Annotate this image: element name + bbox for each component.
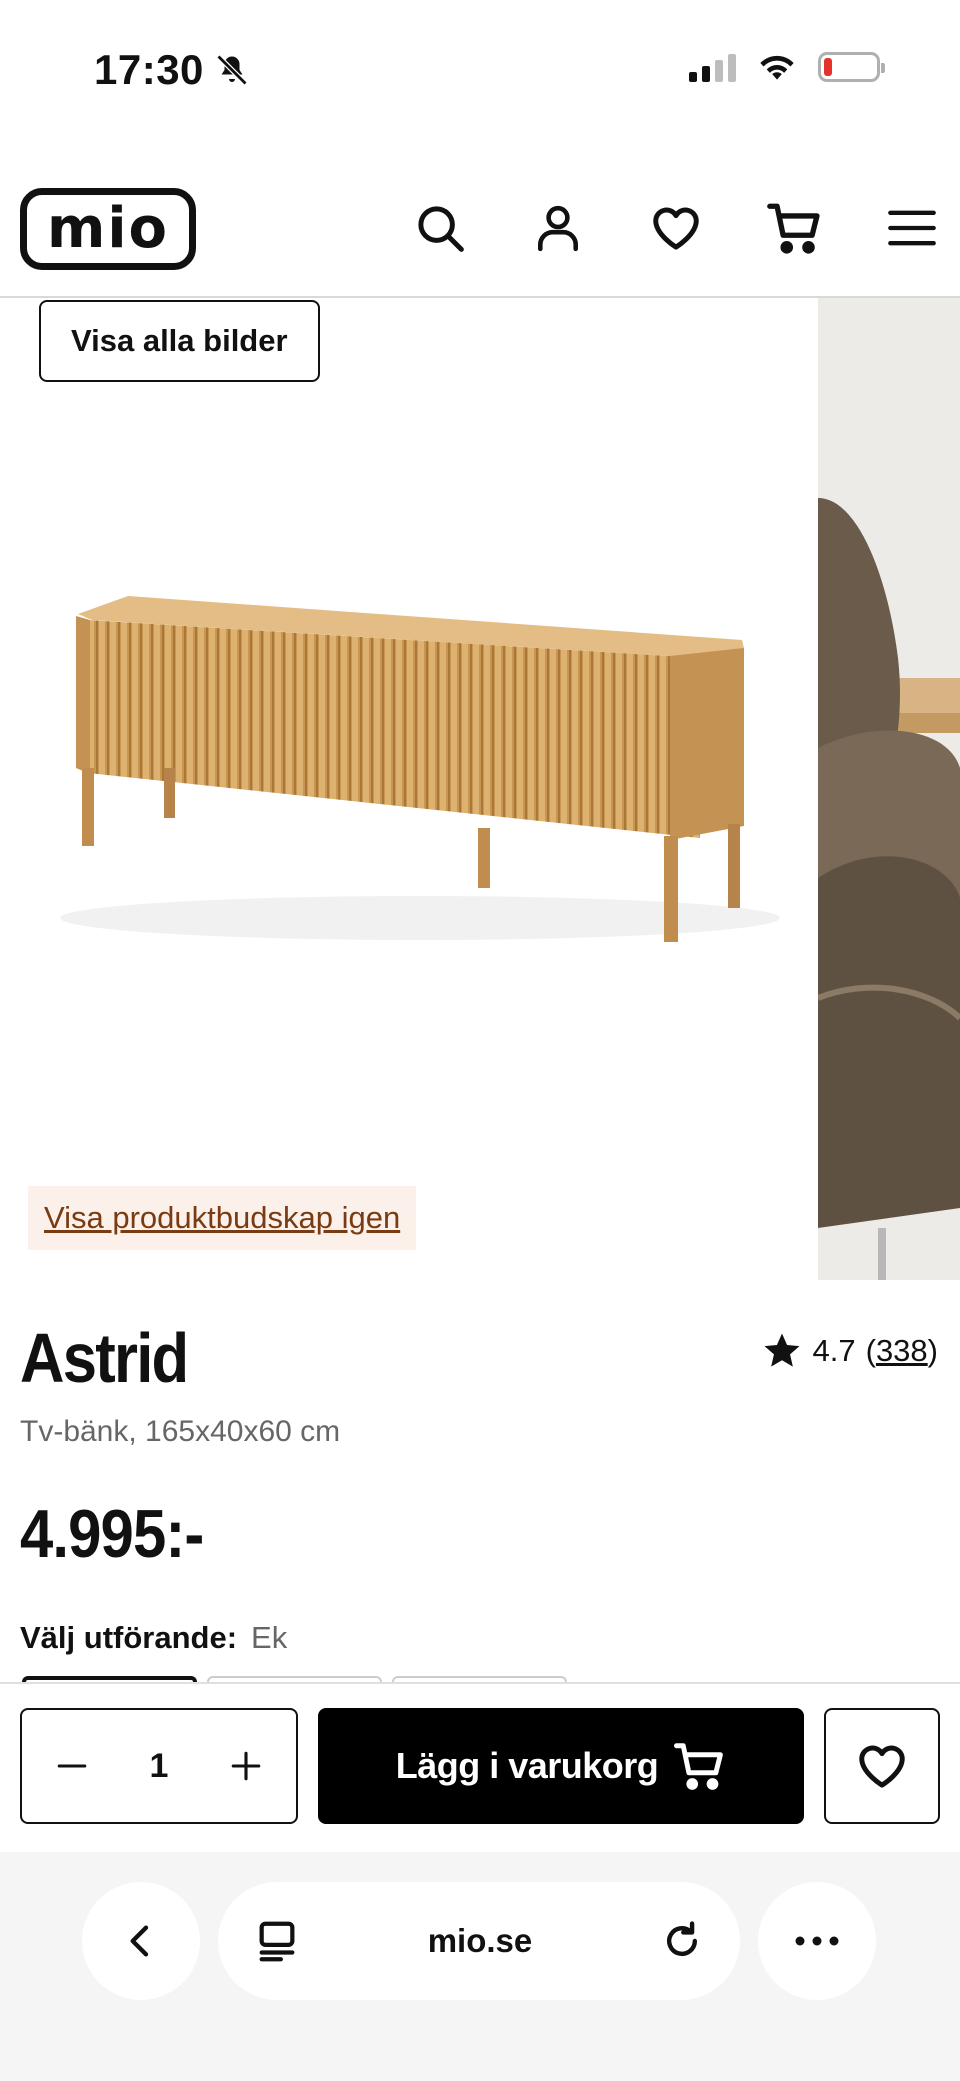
battery-level: [824, 58, 832, 76]
tab-overview-icon: [259, 1921, 295, 1962]
logo-text: mio: [46, 196, 170, 261]
browser-more-button[interactable]: [758, 1882, 876, 2000]
mio-logo[interactable]: mio: [20, 188, 196, 270]
review-count-wrap: (338): [866, 1333, 938, 1369]
rating-open-paren: (: [865, 1333, 876, 1368]
product-subtitle: Tv-bänk, 165x40x60 cm: [20, 1415, 341, 1448]
tv-bench-illustration: [60, 596, 780, 942]
product-image-next[interactable]: [818, 298, 960, 1280]
variant-selector-label: Välj utförande: Ek: [20, 1620, 287, 1656]
product-image-main[interactable]: Visa alla bilder Visa produktbudskap ige…: [0, 298, 818, 1280]
add-to-wishlist-button[interactable]: [824, 1708, 940, 1824]
status-indicators: [689, 52, 885, 82]
armchair-illustration: [818, 298, 960, 1280]
add-to-cart-label: Lägg i varukorg: [395, 1745, 659, 1786]
product-title: Astrid: [20, 1319, 189, 1397]
account-button[interactable]: [528, 198, 588, 258]
menu-button[interactable]: [882, 198, 942, 258]
show-product-message-link[interactable]: Visa produktbudskap igen: [28, 1186, 417, 1250]
status-time-text: 17:30: [94, 46, 204, 93]
quantity-stepper[interactable]: 1: [20, 1708, 298, 1824]
favorites-button[interactable]: [646, 198, 706, 258]
browser-address-bar[interactable]: mio.se: [218, 1882, 740, 2000]
product-rating[interactable]: 4.7 (338): [761, 1330, 938, 1372]
browser-url: mio.se: [427, 1922, 533, 1959]
menu-icon: [888, 210, 936, 246]
heart-icon: [859, 1745, 905, 1788]
status-time: 17:30: [94, 46, 250, 94]
chevron-left-icon: [130, 1925, 149, 1957]
variant-label: Välj utförande:: [20, 1620, 238, 1655]
bell-muted-icon: [216, 54, 248, 86]
search-button[interactable]: [410, 198, 470, 258]
product-gallery[interactable]: Visa alla bilder Visa produktbudskap ige…: [0, 298, 960, 1280]
plus-icon: [231, 1751, 261, 1781]
heart-icon: [653, 207, 699, 250]
minus-icon: [57, 1764, 87, 1768]
battery-icon: [818, 52, 885, 82]
wifi-icon: [760, 55, 794, 80]
status-bar: 17:30: [0, 0, 960, 140]
more-dots-icon: [795, 1936, 839, 1946]
product-price: 4.995:-: [20, 1496, 204, 1572]
rating-close-paren: ): [927, 1333, 938, 1368]
search-icon: [418, 206, 464, 252]
account-icon: [538, 205, 578, 252]
site-header: mio: [0, 170, 960, 298]
quantity-value[interactable]: 1: [150, 1747, 169, 1786]
increase-quantity-button[interactable]: [226, 1746, 266, 1786]
show-all-images-button[interactable]: Visa alla bilder: [39, 300, 320, 382]
review-count-link[interactable]: 338: [876, 1333, 928, 1368]
cart-button[interactable]: [764, 198, 824, 258]
variant-value: Ek: [251, 1620, 288, 1655]
cart-icon: [767, 203, 820, 254]
reload-icon[interactable]: [660, 1919, 704, 1963]
add-to-cart-button[interactable]: Lägg i varukorg: [318, 1708, 804, 1824]
cellular-signal-icon: [689, 52, 736, 82]
cart-icon: [674, 1743, 724, 1790]
rating-value: 4.7: [812, 1333, 856, 1368]
sticky-buy-bar: 1 Lägg i varukorg: [0, 1682, 960, 1852]
star-icon: [764, 1333, 799, 1367]
decrease-quantity-button[interactable]: [52, 1746, 92, 1786]
browser-toolbar: mio.se: [0, 1852, 960, 2081]
browser-back-button[interactable]: [82, 1882, 200, 2000]
header-actions: [410, 198, 942, 258]
